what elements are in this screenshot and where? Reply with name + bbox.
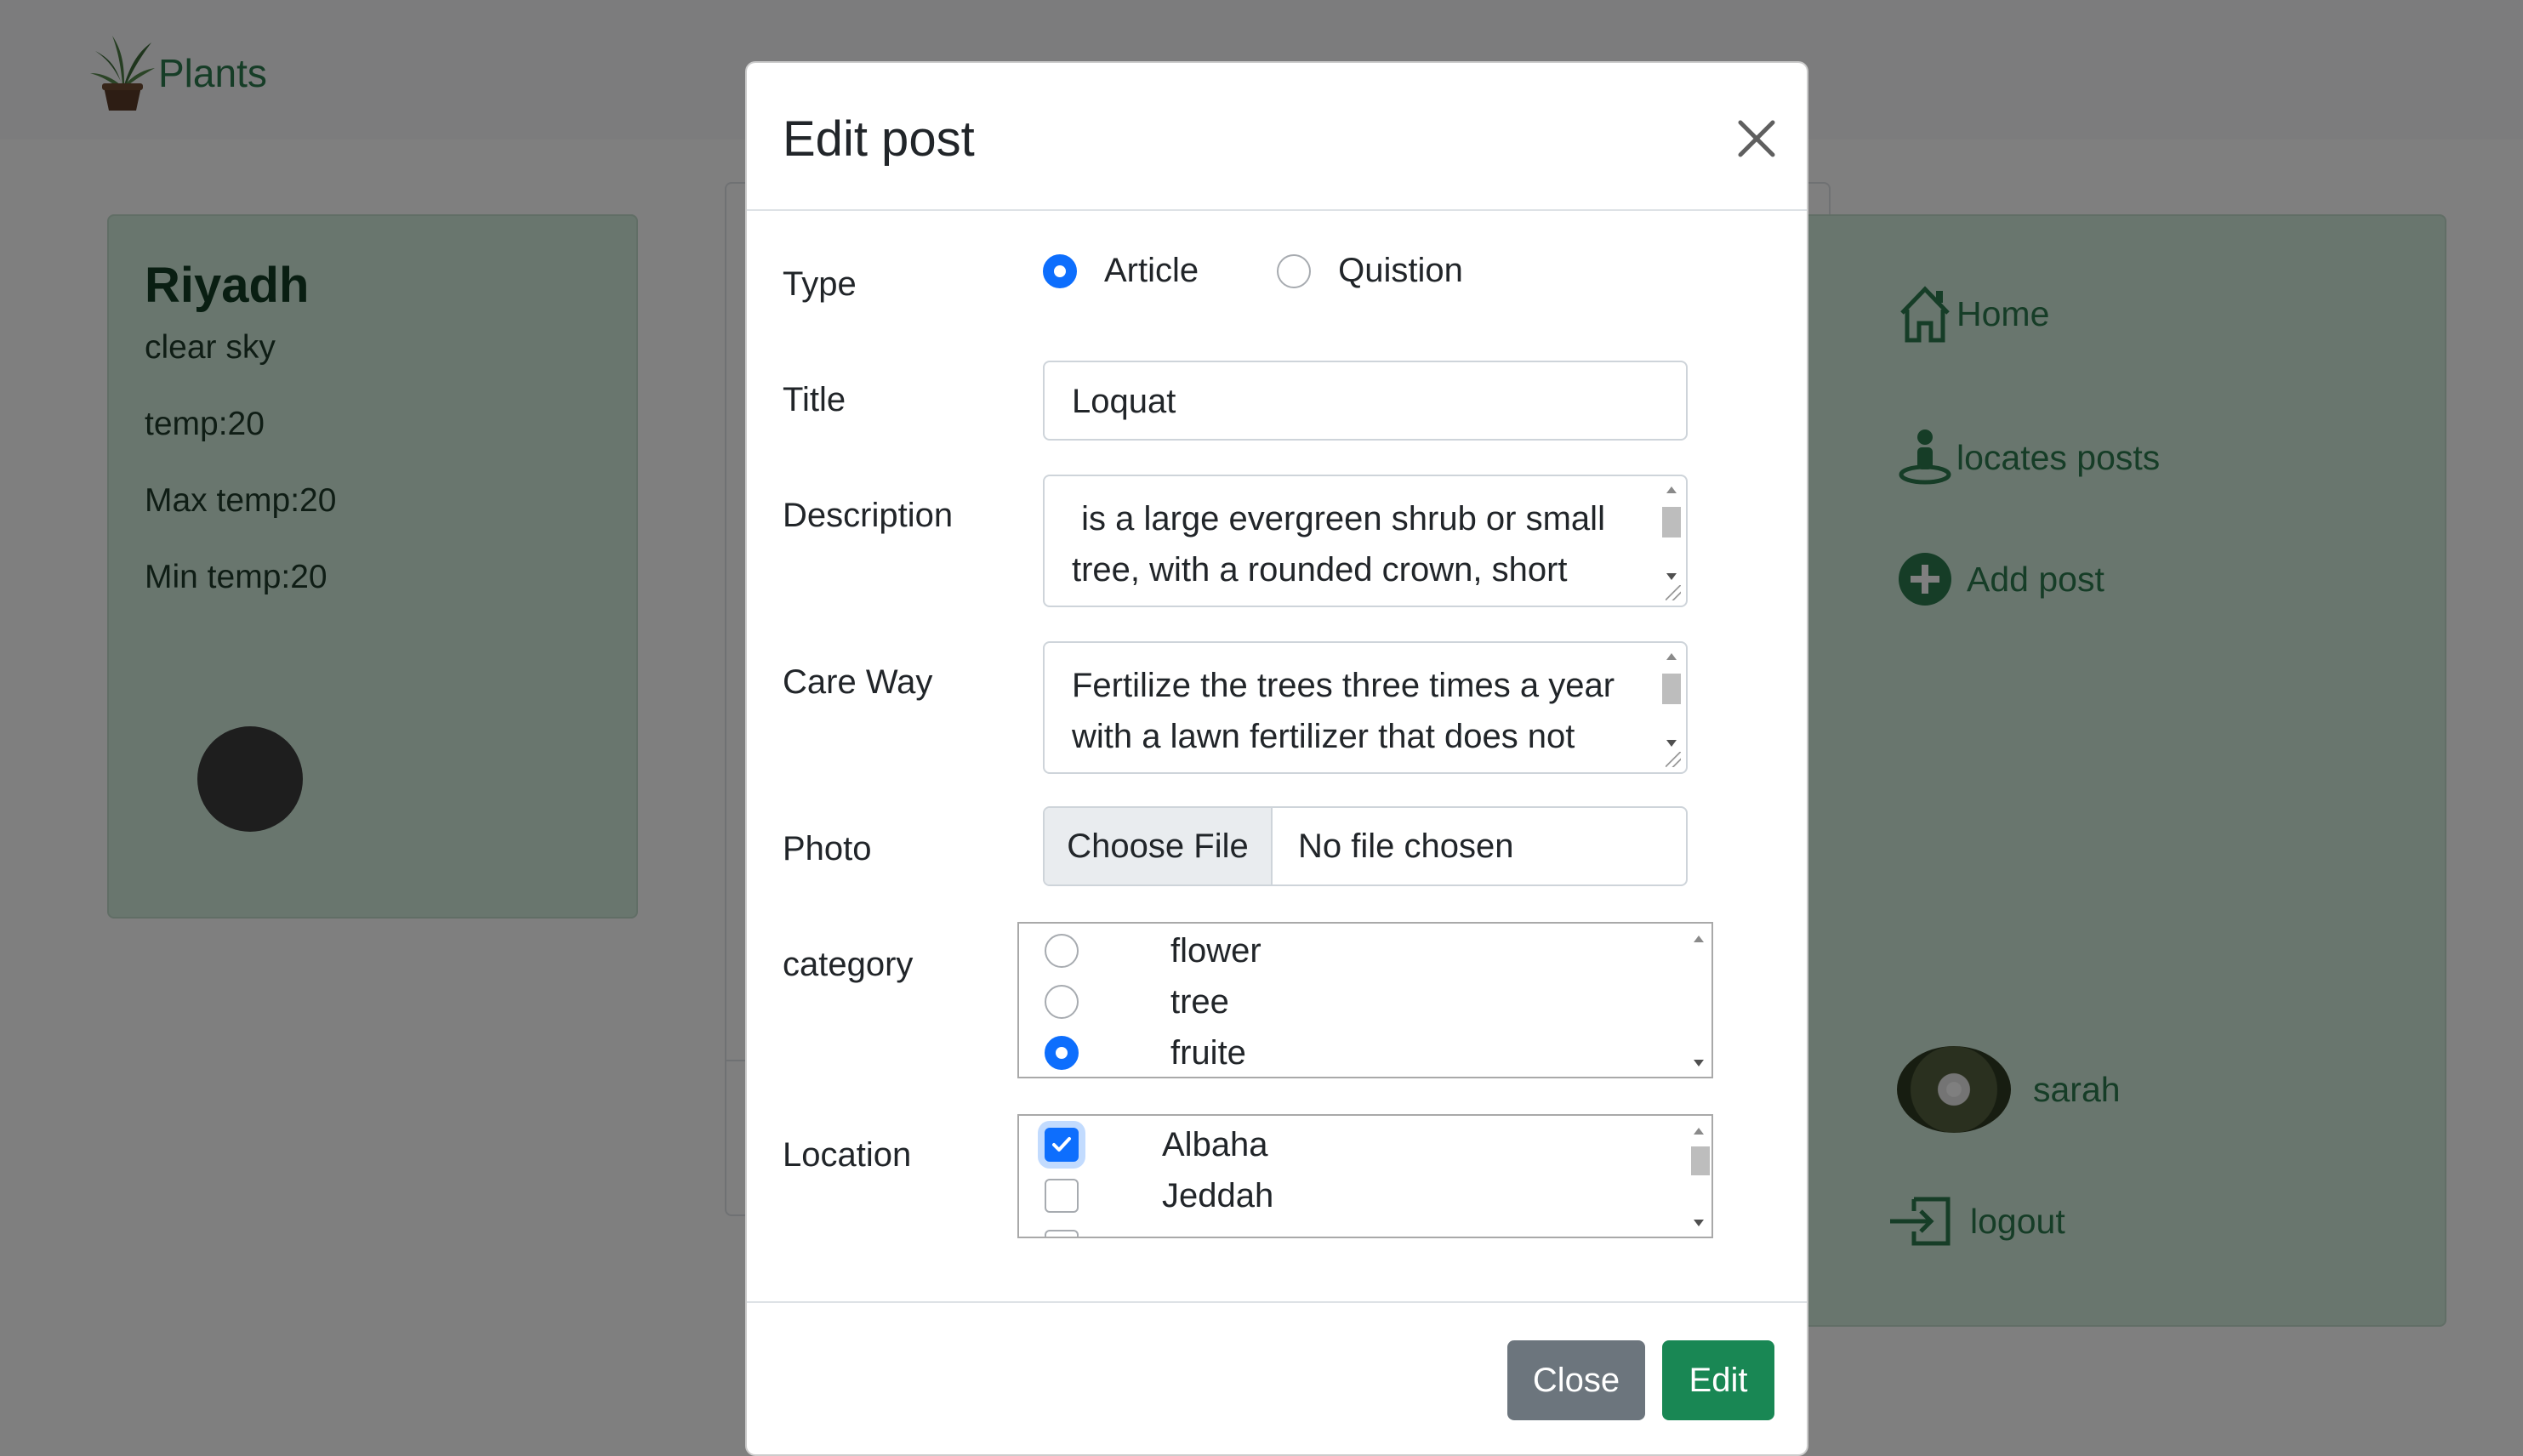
care-way-scrollbar[interactable]: [1659, 645, 1684, 750]
care-way-label: Care Way: [783, 663, 933, 701]
file-status: No file chosen: [1298, 827, 1514, 865]
category-fruite-radio[interactable]: [1045, 1036, 1079, 1070]
description-line-1: is a large evergreen shrub or small: [1072, 500, 1605, 537]
care-way-textarea[interactable]: Fertilize the trees three times a year w…: [1043, 641, 1688, 774]
edit-button[interactable]: Edit: [1662, 1340, 1774, 1420]
photo-label: Photo: [783, 830, 872, 867]
location-albaha-label: Albaha: [1162, 1125, 1268, 1163]
check-icon: [1052, 1137, 1071, 1152]
resize-grip-icon[interactable]: [1666, 752, 1681, 767]
type-article-radio[interactable]: [1043, 253, 1077, 288]
category-option-flower[interactable]: flower: [1045, 925, 1262, 976]
category-list: flower tree fruite: [1017, 922, 1713, 1078]
type-quistion-radio[interactable]: [1277, 253, 1312, 288]
choose-file-button[interactable]: Choose File: [1045, 808, 1273, 884]
modal-title: Edit post: [783, 111, 975, 167]
location-list: Albaha Jeddah: [1017, 1114, 1713, 1238]
location-jeddah-checkbox[interactable]: [1045, 1179, 1079, 1213]
description-label: Description: [783, 497, 954, 534]
scroll-thumb[interactable]: [1662, 674, 1681, 704]
type-quistion-label: Quistion: [1338, 252, 1463, 289]
close-button[interactable]: Close: [1507, 1340, 1645, 1420]
scroll-up-arrow-icon[interactable]: [1694, 1128, 1704, 1135]
scroll-down-arrow-icon[interactable]: [1694, 1220, 1704, 1226]
scroll-down-arrow-icon[interactable]: [1694, 1060, 1704, 1066]
location-jeddah-label: Jeddah: [1162, 1176, 1274, 1214]
scroll-thumb[interactable]: [1691, 1146, 1710, 1175]
modal-footer: Close Edit: [747, 1301, 1807, 1454]
category-scrollbar[interactable]: [1686, 924, 1711, 1077]
description-textarea[interactable]: is a large evergreen shrub or small tree…: [1043, 475, 1688, 607]
title-label: Title: [783, 381, 846, 418]
close-icon[interactable]: [1732, 114, 1781, 163]
location-next-checkbox[interactable]: [1045, 1230, 1079, 1237]
category-option-fruite[interactable]: fruite: [1045, 1027, 1246, 1077]
edit-post-modal: Edit post Type Article Quistion Title Lo…: [745, 61, 1808, 1456]
resize-grip-icon[interactable]: [1666, 585, 1681, 600]
photo-file-input[interactable]: Choose File No file chosen: [1043, 806, 1688, 886]
care-way-line-1: Fertilize the trees three times a year: [1072, 667, 1615, 704]
title-input[interactable]: Loquat: [1043, 361, 1688, 441]
type-article-label: Article: [1104, 252, 1199, 289]
category-option-tree[interactable]: tree: [1045, 976, 1229, 1027]
scroll-up-arrow-icon[interactable]: [1666, 486, 1677, 493]
category-fruite-label: fruite: [1170, 1033, 1246, 1072]
scroll-up-arrow-icon[interactable]: [1694, 936, 1704, 942]
scroll-up-arrow-icon[interactable]: [1666, 653, 1677, 660]
care-way-line-2: with a lawn fertilizer that does not: [1072, 718, 1575, 755]
scroll-thumb[interactable]: [1662, 507, 1681, 537]
location-label: Location: [783, 1136, 912, 1174]
title-input-value: Loquat: [1072, 383, 1176, 420]
type-label: Type: [783, 265, 857, 303]
description-scrollbar[interactable]: [1659, 478, 1684, 583]
location-albaha-checkbox[interactable]: [1045, 1128, 1079, 1162]
scroll-down-arrow-icon[interactable]: [1666, 573, 1677, 580]
category-flower-radio[interactable]: [1045, 934, 1079, 968]
category-label: category: [783, 946, 914, 983]
location-scrollbar[interactable]: [1686, 1116, 1711, 1237]
category-tree-label: tree: [1170, 982, 1229, 1021]
description-line-2: tree, with a rounded crown, short: [1072, 551, 1568, 589]
location-option-albaha[interactable]: Albaha: [1045, 1119, 1268, 1170]
category-flower-label: flower: [1170, 931, 1262, 970]
modal-header: Edit post: [747, 63, 1807, 211]
scroll-down-arrow-icon[interactable]: [1666, 740, 1677, 747]
category-tree-radio[interactable]: [1045, 985, 1079, 1019]
type-radio-group: Article Quistion: [1043, 252, 1541, 290]
location-option-jeddah[interactable]: Jeddah: [1045, 1170, 1273, 1221]
type-option-article[interactable]: Article: [1043, 252, 1199, 290]
type-option-quistion[interactable]: Quistion: [1277, 252, 1463, 290]
